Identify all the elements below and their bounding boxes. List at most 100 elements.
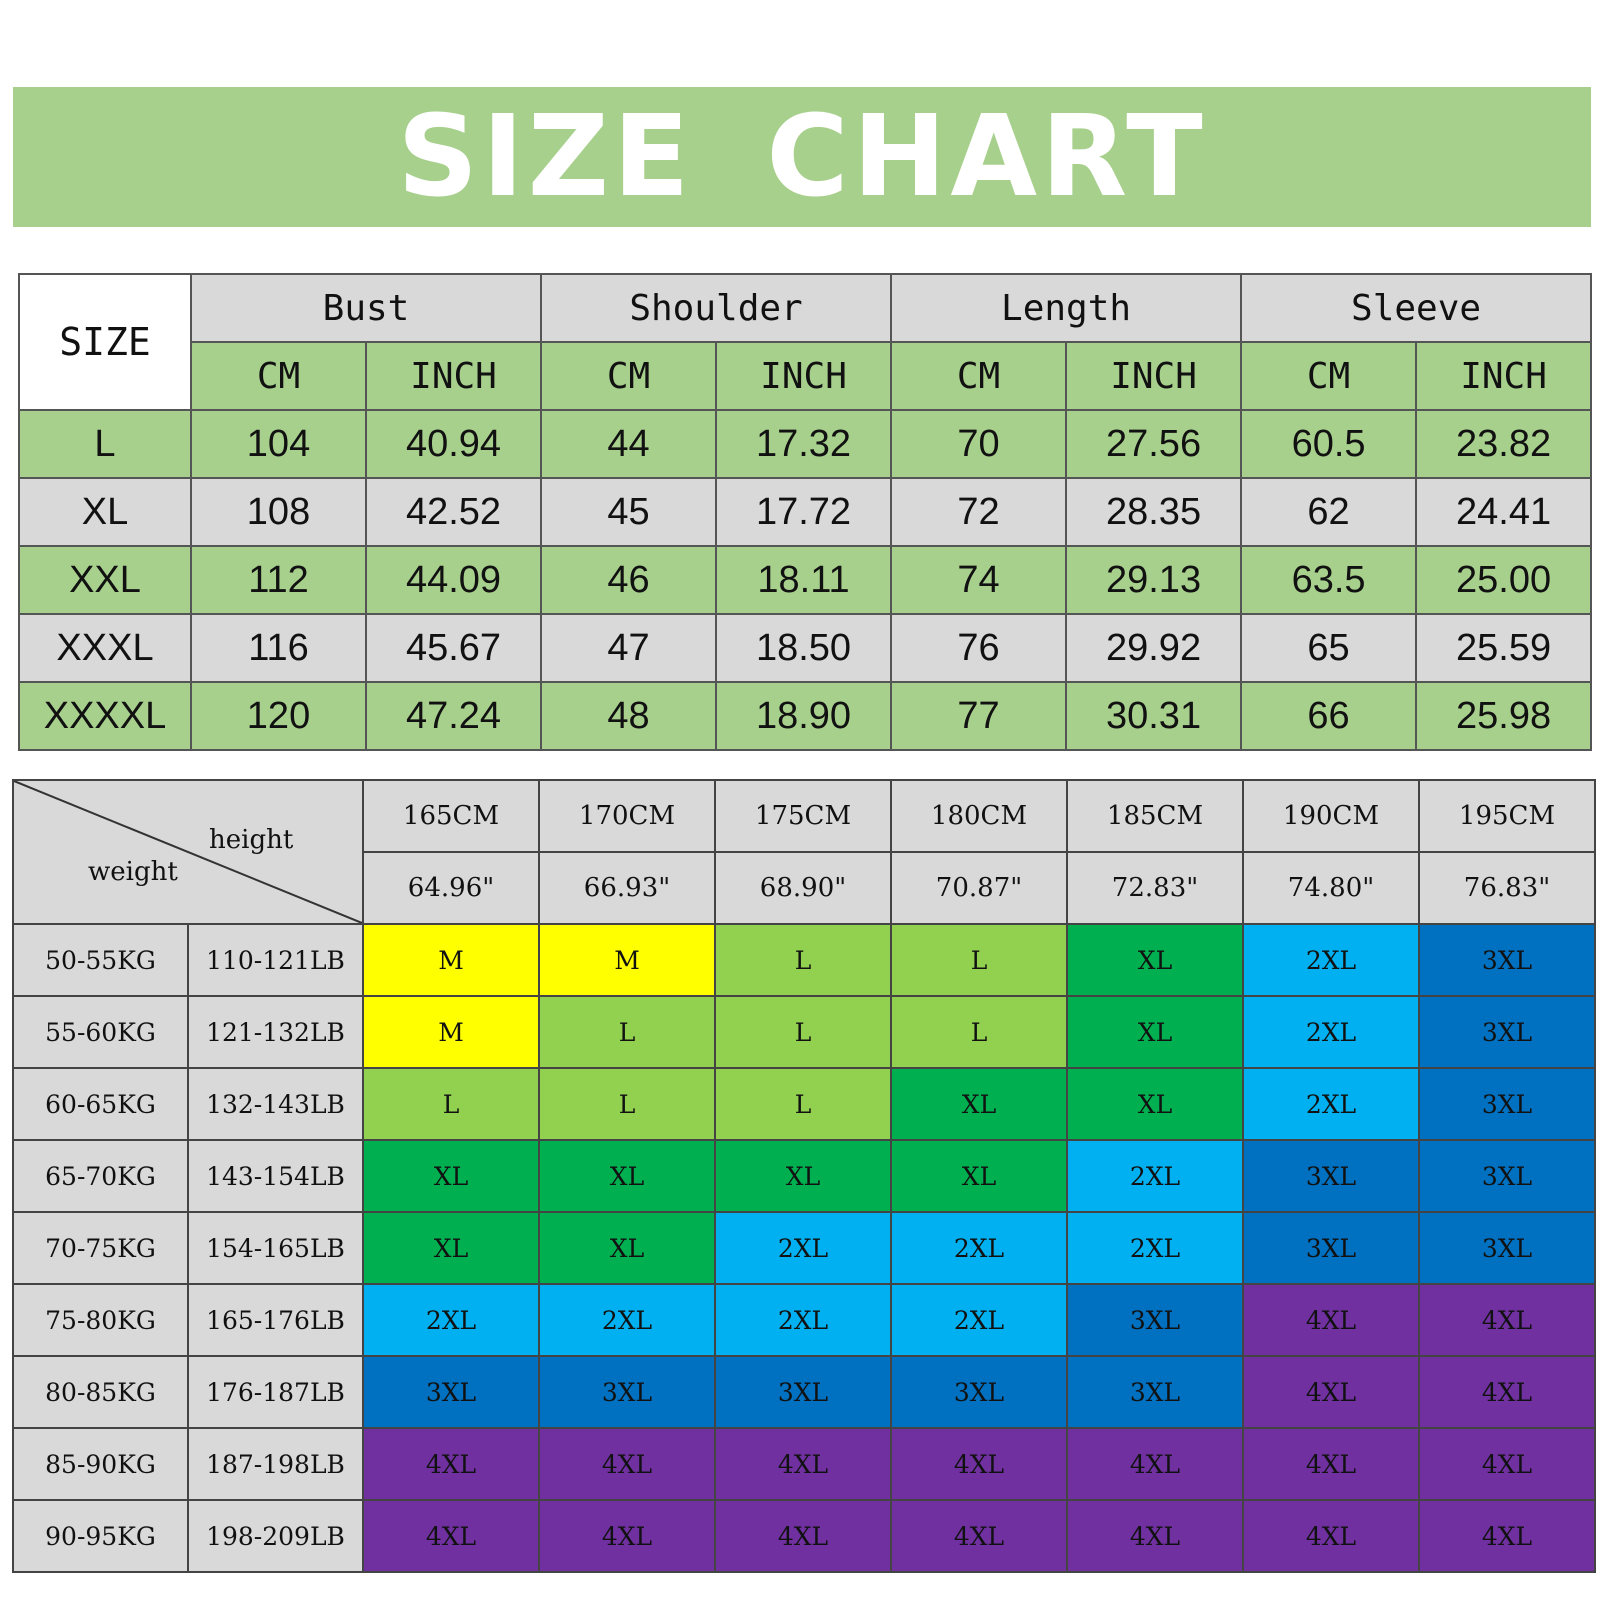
weight-row: 60-65KG 132-143LB L L L XL XL 2XL 3XL xyxy=(12,1067,1596,1141)
weight-row: 65-70KG 143-154LB XL XL XL XL 2XL 3XL 3XL xyxy=(12,1139,1596,1213)
measurement-cell: 60.5 xyxy=(1240,409,1418,479)
measurement-cell: 104 xyxy=(190,409,367,479)
measurement-cell: 62 xyxy=(1240,477,1418,547)
corner-diagonal-line xyxy=(14,781,362,923)
unit-header-cm: CM xyxy=(1240,341,1418,411)
recommended-size-cell: XL xyxy=(1066,995,1244,1069)
weight-lb-label: 187-198LB xyxy=(187,1427,364,1501)
measurement-cell: 47.24 xyxy=(364,681,543,751)
recommended-size-cell: 4XL xyxy=(1066,1499,1244,1573)
size-row: XXXXL 120 47.24 48 18.90 77 30.31 66 25.98 xyxy=(18,681,1593,751)
recommended-size-cell: 2XL xyxy=(538,1283,716,1357)
measurement-cell: 116 xyxy=(190,613,367,683)
recommended-size-cell: 4XL xyxy=(1242,1355,1420,1429)
measurement-cell: 29.13 xyxy=(1065,545,1243,615)
size-header: SIZE xyxy=(18,273,192,411)
unit-header-inch: INCH xyxy=(1065,341,1243,411)
recommended-size-cell: L xyxy=(538,995,716,1069)
size-row-label: XXL xyxy=(18,545,192,615)
measurement-cell: 63.5 xyxy=(1240,545,1418,615)
weight-kg-label: 55-60KG xyxy=(12,995,189,1069)
weight-lb-label: 198-209LB xyxy=(187,1499,364,1573)
weight-kg-label: 75-80KG xyxy=(12,1283,189,1357)
recommended-size-cell: XL xyxy=(362,1139,540,1213)
unit-header-cm: CM xyxy=(190,341,367,411)
recommended-size-cell: M xyxy=(362,923,540,997)
unit-header-inch: INCH xyxy=(715,341,893,411)
weight-lb-label: 176-187LB xyxy=(187,1355,364,1429)
height-inch-header: 76.83" xyxy=(1418,851,1596,925)
height-inch-header: 64.96" xyxy=(362,851,540,925)
recommended-size-cell: 4XL xyxy=(714,1427,892,1501)
unit-header-cm: CM xyxy=(540,341,718,411)
weight-lb-label: 110-121LB xyxy=(187,923,364,997)
corner-height-label: height xyxy=(209,825,294,855)
recommended-size-cell: M xyxy=(362,995,540,1069)
recommended-size-cell: 3XL xyxy=(1242,1211,1420,1285)
unit-header-inch: INCH xyxy=(1415,341,1593,411)
weight-lb-label: 132-143LB xyxy=(187,1067,364,1141)
measurement-cell: 74 xyxy=(890,545,1068,615)
recommended-size-cell: L xyxy=(538,1067,716,1141)
recommended-size-cell: 2XL xyxy=(1066,1211,1244,1285)
recommended-size-cell: 2XL xyxy=(1242,923,1420,997)
group-header-shoulder: Shoulder xyxy=(540,273,893,343)
height-cm-header: 195CM xyxy=(1418,779,1596,853)
size-row-label: XL xyxy=(18,477,192,547)
measurement-cell: 65 xyxy=(1240,613,1418,683)
unit-header-inch: INCH xyxy=(364,341,543,411)
measurement-cell: 27.56 xyxy=(1065,409,1243,479)
size-measurement-table: SIZE Bust Shoulder Length Sleeve CM INCH… xyxy=(18,273,1593,751)
recommended-size-cell: 2XL xyxy=(890,1211,1068,1285)
recommended-size-cell: 3XL xyxy=(1418,1067,1596,1141)
weight-row: 75-80KG 165-176LB 2XL 2XL 2XL 2XL 3XL 4XL 4XL xyxy=(12,1283,1596,1357)
weight-row: 55-60KG 121-132LB M L L L XL 2XL 3XL xyxy=(12,995,1596,1069)
banner-title: SIZE CHART xyxy=(397,92,1207,222)
recommended-size-cell: 4XL xyxy=(890,1427,1068,1501)
measurement-cell: 46 xyxy=(540,545,718,615)
weight-kg-label: 60-65KG xyxy=(12,1067,189,1141)
measurement-cell: 24.41 xyxy=(1415,477,1593,547)
measurement-cell: 72 xyxy=(890,477,1068,547)
weight-kg-label: 90-95KG xyxy=(12,1499,189,1573)
height-inch-header: 66.93" xyxy=(538,851,716,925)
measurement-cell: 42.52 xyxy=(364,477,543,547)
recommended-size-cell: 4XL xyxy=(1418,1427,1596,1501)
measurement-cell: 18.11 xyxy=(715,545,893,615)
size-chart-banner: SIZE CHART xyxy=(13,87,1591,227)
corner-weight-label: weight xyxy=(88,857,178,887)
measurement-cell: 25.98 xyxy=(1415,681,1593,751)
height-inch-header: 74.80" xyxy=(1242,851,1420,925)
recommended-size-cell: L xyxy=(890,995,1068,1069)
measurement-cell: 120 xyxy=(190,681,367,751)
recommended-size-cell: 4XL xyxy=(1418,1355,1596,1429)
recommended-size-cell: 3XL xyxy=(890,1355,1068,1429)
weight-row: 70-75KG 154-165LB XL XL 2XL 2XL 2XL 3XL 3XL xyxy=(12,1211,1596,1285)
unit-header-cm: CM xyxy=(890,341,1068,411)
height-cm-header: 185CM xyxy=(1066,779,1244,853)
recommended-size-cell: 2XL xyxy=(362,1283,540,1357)
measurement-cell: 45 xyxy=(540,477,718,547)
height-cm-header: 175CM xyxy=(714,779,892,853)
recommended-size-cell: 2XL xyxy=(714,1283,892,1357)
measurement-cell: 108 xyxy=(190,477,367,547)
height-inch-header: 72.83" xyxy=(1066,851,1244,925)
recommended-size-cell: 3XL xyxy=(1418,1139,1596,1213)
group-header-bust: Bust xyxy=(189,273,543,343)
measurement-cell: 17.72 xyxy=(715,477,893,547)
recommended-size-cell: XL xyxy=(538,1139,716,1213)
measurement-cell: 25.00 xyxy=(1415,545,1593,615)
recommended-size-cell: L xyxy=(890,923,1068,997)
recommended-size-cell: 4XL xyxy=(1418,1283,1596,1357)
height-inch-header: 70.87" xyxy=(890,851,1068,925)
recommended-size-cell: 4XL xyxy=(1242,1499,1420,1573)
size-row: XXXL 116 45.67 47 18.50 76 29.92 65 25.59 xyxy=(18,613,1593,683)
measurement-cell: 23.82 xyxy=(1415,409,1593,479)
recommended-size-cell: 4XL xyxy=(362,1427,540,1501)
size-row: XL 108 42.52 45 17.72 72 28.35 62 24.41 xyxy=(18,477,1593,547)
height-cm-header: 180CM xyxy=(890,779,1068,853)
size-row-label: L xyxy=(18,409,192,479)
height-cm-header: 170CM xyxy=(538,779,716,853)
height-weight-corner: height weight xyxy=(12,779,364,925)
recommended-size-cell: 2XL xyxy=(1066,1139,1244,1213)
